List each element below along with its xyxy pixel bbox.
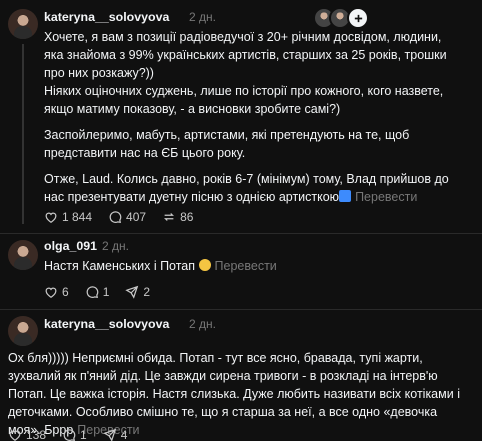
translate-link[interactable]: Перевести	[355, 190, 417, 204]
avatar[interactable]	[8, 240, 38, 270]
like-button[interactable]: 6	[44, 285, 69, 299]
divider	[0, 309, 482, 310]
follow-plus-icon	[354, 14, 362, 22]
share-icon	[103, 428, 116, 441]
comment-icon	[63, 429, 76, 441]
follow-button[interactable]	[347, 7, 369, 29]
comment-count: 407	[126, 210, 147, 224]
down-arrow-emoji-icon	[339, 190, 352, 202]
smiling-face-emoji-icon	[198, 259, 211, 271]
share-button[interactable]: 2	[125, 285, 150, 299]
like-button[interactable]: 138	[8, 428, 46, 441]
translate-link[interactable]: Перевести	[215, 259, 277, 273]
share-button[interactable]: 4	[103, 428, 128, 441]
share-icon	[125, 285, 139, 299]
like-button[interactable]: 1 844	[44, 210, 92, 224]
divider	[0, 233, 482, 234]
repost-button[interactable]: 86	[162, 210, 193, 224]
comment-button[interactable]: 1	[62, 428, 87, 441]
heart-icon	[9, 430, 21, 441]
reply-text: Ох бля))))) Неприємні обида. Потап - тут…	[8, 349, 470, 439]
comment-count: 1	[102, 285, 110, 299]
share-count: 4	[120, 428, 128, 441]
comment-icon	[109, 211, 122, 223]
heart-icon	[45, 287, 57, 298]
post-paragraph: Заспойлеримо, мабуть, артистами, які пре…	[44, 128, 410, 160]
post-paragraph-last: Отже, Laud. Колись давно, років 6-7 (мін…	[44, 170, 454, 206]
heart-icon	[45, 212, 57, 223]
username[interactable]: olga_091	[44, 239, 97, 253]
post-paragraph: Ніяких оціночних суджень, лише по історі…	[44, 84, 444, 116]
comment-button[interactable]: 1	[85, 285, 110, 299]
thread-line	[22, 44, 24, 224]
timestamp: 2 дн.	[189, 10, 216, 24]
post-actions: 6 1 2	[44, 285, 166, 299]
post-text: Ох бля))))) Неприємні обида. Потап - тут…	[8, 351, 460, 437]
username[interactable]: kateryna__solovyova	[44, 10, 169, 24]
avatar[interactable]	[8, 316, 38, 346]
like-count: 138	[26, 428, 47, 441]
reply-text: Настя Каменських і Потап Перевести	[44, 257, 454, 275]
avatar[interactable]	[8, 9, 38, 39]
like-count: 6	[62, 285, 69, 299]
repost-count: 86	[180, 210, 194, 224]
share-count: 2	[143, 285, 151, 299]
post-actions: 1 844 407 86	[44, 210, 209, 224]
post-text: Настя Каменських і Потап	[44, 259, 196, 273]
post-actions: 138 1 4	[8, 428, 143, 441]
comment-button[interactable]: 407	[108, 210, 146, 224]
username[interactable]: kateryna__solovyova	[44, 317, 169, 331]
comment-icon	[86, 286, 98, 298]
like-count: 1 844	[62, 210, 93, 224]
comment-count: 1	[80, 428, 87, 441]
follower-avatars[interactable]	[313, 7, 369, 29]
timestamp: 2 дн.	[102, 239, 129, 253]
repost-icon	[164, 213, 175, 221]
timestamp: 2 дн.	[189, 317, 216, 331]
post-paragraph: Хочете, я вам з позиції радіоведучої з 2…	[44, 30, 447, 80]
